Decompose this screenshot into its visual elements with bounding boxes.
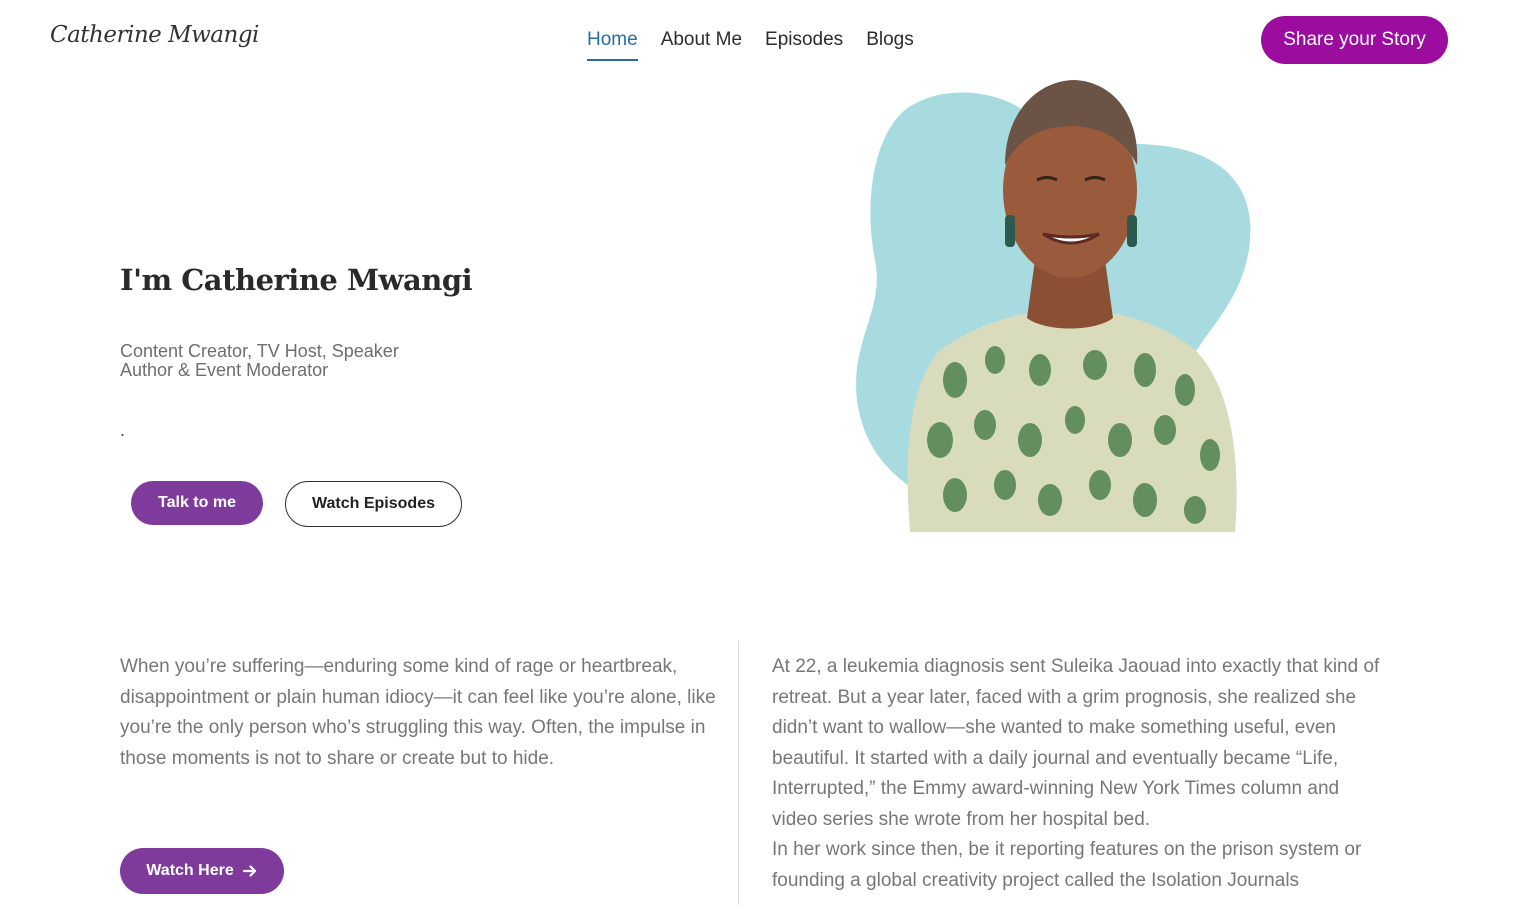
talk-to-me-button[interactable]: Talk to me [131,481,263,525]
nav-item-home[interactable]: Home [587,29,638,61]
main-nav: Home About Me Episodes Blogs [587,29,914,61]
nav-item-about-me[interactable]: About Me [661,29,742,61]
earring-right [1127,215,1137,247]
arrow-right-icon [242,865,256,877]
site-header: Catherine Mwangi Home About Me Episodes … [0,0,1527,84]
share-your-story-button[interactable]: Share your Story [1261,16,1448,64]
earring-left [1005,215,1015,247]
column-divider [738,641,739,905]
watch-here-button[interactable]: Watch Here [120,848,284,894]
intro-paragraph-left: When you’re suffering—enduring some kind… [120,656,716,769]
hero-title: I'm Catherine Mwangi [120,263,473,297]
watch-episodes-button[interactable]: Watch Episodes [285,481,462,527]
hero-portrait [856,80,1251,532]
hero-roles: Content Creator, TV Host, Speaker Author… [120,342,399,380]
watch-here-label: Watch Here [146,862,234,879]
nav-item-blogs[interactable]: Blogs [866,29,914,61]
intro-text-right: At 22, a leukemia diagnosis sent Suleika… [772,652,1382,896]
intro-paragraph-right-2: In her work since then, be it reporting … [772,839,1362,891]
hero-roles-line-1: Content Creator, TV Host, Speaker [120,341,399,361]
nav-item-episodes[interactable]: Episodes [765,29,843,61]
hero-roles-line-2: Author & Event Moderator [120,360,329,380]
hero-dot: . [120,420,126,440]
site-logo[interactable]: Catherine Mwangi [50,22,259,48]
intro-paragraph-right-1: At 22, a leukemia diagnosis sent Suleika… [772,656,1380,830]
